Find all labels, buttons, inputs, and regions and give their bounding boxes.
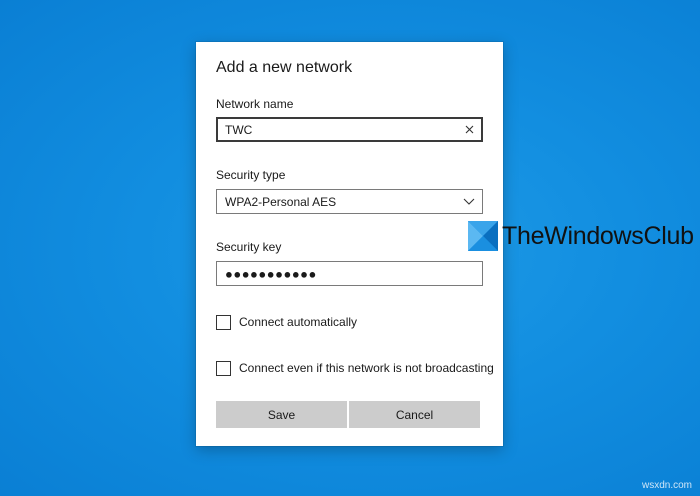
watermark-text: TheWindowsClub: [502, 221, 694, 250]
network-name-label: Network name: [216, 97, 294, 111]
windows-club-logo-icon: [468, 221, 498, 251]
dialog-title: Add a new network: [216, 59, 353, 76]
security-type-label: Security type: [216, 168, 286, 182]
connect-not-broadcasting-label: Connect even if this network is not broa…: [239, 361, 494, 375]
chevron-down-icon: [462, 197, 476, 207]
close-icon[interactable]: [461, 122, 477, 138]
connect-automatically-checkbox[interactable]: [216, 314, 231, 330]
connect-automatically-option[interactable]: Connect automatically: [216, 314, 357, 330]
site-credit: wsxdn.com: [641, 480, 692, 491]
security-key-input[interactable]: ●●●●●●●●●●●: [216, 261, 483, 286]
cancel-button[interactable]: Cancel: [349, 401, 480, 428]
connect-automatically-label: Connect automatically: [239, 315, 358, 329]
watermark: TheWindowsClub: [468, 221, 694, 251]
add-network-dialog: Add a new network Network name TWC Secur…: [196, 42, 503, 446]
network-name-value: TWC: [225, 122, 253, 137]
connect-not-broadcasting-option[interactable]: Connect even if this network is not broa…: [216, 360, 494, 376]
network-name-input[interactable]: TWC: [216, 117, 483, 142]
security-key-value: ●●●●●●●●●●●: [225, 266, 317, 281]
security-type-select[interactable]: WPA2-Personal AES: [216, 189, 483, 214]
security-key-label: Security key: [216, 240, 282, 254]
connect-not-broadcasting-checkbox[interactable]: [216, 360, 231, 376]
save-button[interactable]: Save: [216, 401, 347, 428]
security-type-value: WPA2-Personal AES: [225, 194, 337, 209]
